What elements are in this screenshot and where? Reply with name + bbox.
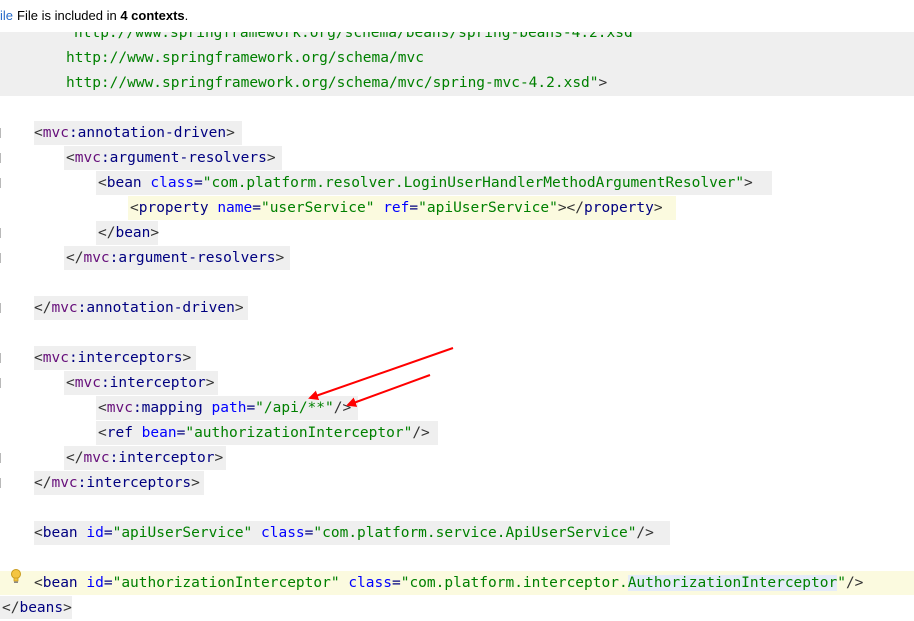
attr-name: class (348, 575, 392, 591)
fold-marker[interactable] (0, 128, 3, 138)
tag-name: annotation-driven (77, 125, 227, 141)
attr-name: path (211, 400, 247, 416)
attr-name: class (150, 175, 195, 191)
ns-prefix: mvc (42, 350, 69, 366)
fold-marker[interactable] (0, 378, 3, 388)
ns-prefix: mvc (106, 400, 133, 416)
fold-marker[interactable] (0, 253, 3, 263)
tag-name: interceptor (118, 450, 215, 466)
fold-marker[interactable] (0, 303, 3, 313)
tag-name: bean (42, 575, 78, 591)
attr-name: id (86, 525, 104, 541)
lightbulb-icon[interactable] (10, 568, 22, 586)
ns-prefix: mvc (83, 250, 110, 266)
fold-marker[interactable] (0, 153, 3, 163)
attr-name: name (217, 200, 253, 216)
ns-prefix: mvc (74, 375, 101, 391)
tag-name: bean (42, 525, 78, 541)
code-line-argument-resolvers-open: <mvc:argument-resolvers> (66, 150, 276, 166)
ns-prefix: mvc (51, 475, 78, 491)
tag-name: mapping (141, 400, 203, 416)
code-line-interceptors-open: <mvc:interceptors> (34, 350, 192, 366)
tag-name: annotation-driven (86, 300, 235, 316)
attr-value: authorizationInterceptor (194, 425, 404, 441)
contexts-count[interactable]: 4 contexts (120, 8, 184, 23)
attr-name: ref (383, 200, 410, 216)
tag-name: argument-resolvers (109, 150, 267, 166)
attr-name: class (261, 525, 305, 541)
code-line-api-user-service-bean: <bean id="apiUserService" class="com.pla… (34, 525, 654, 541)
tag-name: argument-resolvers (118, 250, 276, 266)
code-line-annotation-driven-open: <mvc:annotation-driven> (34, 125, 235, 141)
class-name-highlighted: AuthorizationInterceptor (627, 575, 838, 591)
tag-name: bean (106, 175, 142, 191)
code-line-argument-resolvers-close: </mvc:argument-resolvers> (66, 250, 285, 266)
attr-name: id (86, 575, 104, 591)
attr-value: apiUserService (426, 200, 550, 216)
fold-marker[interactable] (0, 353, 3, 363)
banner-text: File is included in (17, 8, 121, 23)
tag-name: property (138, 200, 209, 216)
banner-suffix: . (184, 8, 189, 23)
ns-prefix: mvc (42, 125, 69, 141)
code-line-property: <property name="userService" ref="apiUse… (130, 200, 663, 216)
ns-prefix: mvc (74, 150, 101, 166)
code-line-interceptor-open: <mvc:interceptor> (66, 375, 215, 391)
fold-marker[interactable] (0, 478, 3, 488)
tag-name: interceptor (109, 375, 206, 391)
tag-name: beans (19, 600, 64, 616)
code-line-ref: <ref bean="authorizationInterceptor"/> (98, 425, 430, 441)
tag-name: property (584, 200, 654, 216)
ns-prefix: mvc (51, 300, 78, 316)
fold-marker[interactable] (0, 228, 3, 238)
code-line-schema-mvc: http://www.springframework.org/schema/mv… (66, 46, 424, 71)
code-line-bean-resolver: <bean class="com.platform.resolver.Login… (98, 175, 753, 191)
url-text: http://www.springframework.org/schema/mv… (66, 75, 590, 91)
code-line-beans-close: </beans> (2, 600, 72, 616)
attr-name: bean (141, 425, 177, 441)
tag-name: interceptors (77, 350, 183, 366)
fold-marker[interactable] (0, 178, 3, 188)
red-arrow-1 (308, 347, 454, 401)
code-line-interceptor-close: </mvc:interceptor> (66, 450, 224, 466)
code-line-interceptors-close: </mvc:interceptors> (34, 475, 200, 491)
attr-value: apiUserService (121, 525, 244, 541)
code-line-schema-mvc-xsd: http://www.springframework.org/schema/mv… (66, 75, 608, 91)
fold-marker[interactable] (0, 453, 3, 463)
attr-value: com.platform.interceptor. (409, 575, 628, 591)
tag-name: bean (115, 225, 151, 241)
attr-value: userService (269, 200, 366, 216)
code-line-annotation-driven-close: </mvc:annotation-driven> (34, 300, 244, 316)
attr-value: com.platform.resolver.LoginUserHandlerMe… (211, 175, 736, 191)
attr-value: authorizationInterceptor (121, 575, 331, 591)
attr-value: com.platform.service.ApiUserService (322, 525, 628, 541)
file-included-banner: ile File is included in 4 contexts. (0, 0, 914, 32)
tag-name: interceptors (86, 475, 192, 491)
url-text: http://www.springframework.org/schema/mv… (66, 50, 424, 66)
ns-prefix: mvc (83, 450, 110, 466)
attr-value: /api/** (263, 400, 326, 416)
code-line-bean-close: </bean> (98, 225, 160, 241)
red-arrow-2 (346, 374, 431, 407)
file-link[interactable]: ile (0, 8, 13, 23)
code-line-authorization-interceptor-bean: <bean id="authorizationInterceptor" clas… (34, 575, 864, 591)
tag-name: ref (106, 425, 133, 441)
code-line-mapping: <mvc:mapping path="/api/**"/> (98, 400, 352, 416)
